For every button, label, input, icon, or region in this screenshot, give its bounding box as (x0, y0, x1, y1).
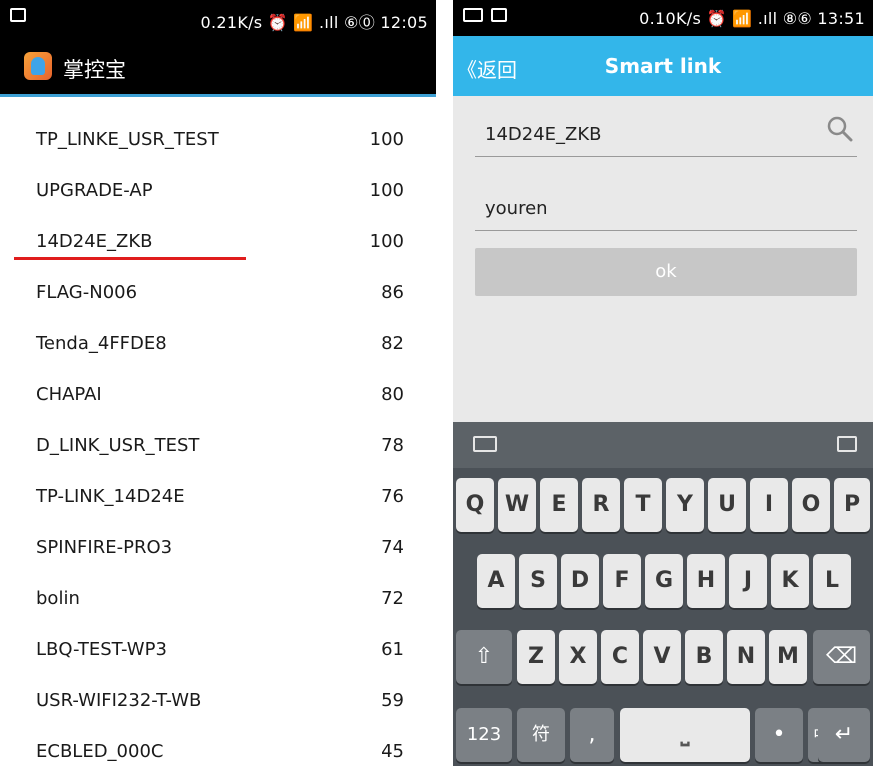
smart-link-screen: 0.10K/s ⏰ 📶 .ıll ⑧⑥ 13:51 《返回 Smart link… (453, 0, 873, 766)
status-bar: 0.21K/s ⏰ 📶 .ıll ⑥⓪ 12:05 (0, 0, 436, 36)
title-bar: 《返回 Smart link (453, 36, 873, 96)
wifi-ssid: D_LINK_USR_TEST (36, 435, 200, 456)
wifi-ssid: TP_LINKE_USR_TEST (36, 129, 219, 150)
period-key[interactable]: • (755, 708, 803, 762)
key-l[interactable]: L (813, 554, 851, 608)
key-d[interactable]: D (561, 554, 599, 608)
wifi-item[interactable]: ECBLED_000C 45 (0, 729, 436, 766)
soft-keyboard: Q W E R T Y U I O P A S D F G H J K L ⇧ … (453, 422, 873, 766)
wifi-ssid: ECBLED_000C (36, 741, 164, 762)
wifi-signal: 100 (369, 180, 404, 201)
wifi-signal: 45 (381, 741, 404, 762)
wifi-item[interactable]: SPINFIRE-PRO3 74 (0, 525, 436, 576)
wifi-item[interactable]: LBQ-TEST-WP3 61 (0, 627, 436, 678)
key-o[interactable]: O (792, 478, 830, 532)
status-bar: 0.10K/s ⏰ 📶 .ıll ⑧⑥ 13:51 (453, 0, 873, 36)
wifi-ssid: 14D24E_ZKB (36, 231, 153, 252)
wifi-item[interactable]: TP_LINKE_USR_TEST 100 (0, 117, 436, 168)
key-e[interactable]: E (540, 478, 578, 532)
image-notification-icon (491, 8, 507, 22)
key-r[interactable]: R (582, 478, 620, 532)
comma-key[interactable]: , (570, 708, 614, 762)
wifi-signal: 74 (381, 537, 404, 558)
wifi-item[interactable]: FLAG-N006 86 (0, 270, 436, 321)
wifi-item[interactable]: USR-WIFI232-T-WB 59 (0, 678, 436, 729)
wifi-item[interactable]: CHAPAI 80 (0, 372, 436, 423)
wifi-ssid: SPINFIRE-PRO3 (36, 537, 173, 558)
ok-button[interactable]: ok (475, 248, 857, 296)
search-icon[interactable] (827, 116, 853, 142)
key-f[interactable]: F (603, 554, 641, 608)
app-bar-divider (0, 94, 436, 97)
wifi-signal: 100 (369, 129, 404, 150)
ssid-field[interactable] (475, 116, 857, 157)
delete-key[interactable]: ⌫ (813, 630, 870, 684)
key-i[interactable]: I (750, 478, 788, 532)
wifi-ssid: UPGRADE-AP (36, 180, 153, 201)
password-input[interactable] (485, 198, 785, 219)
space-key[interactable]: ⎵ (620, 708, 750, 762)
key-u[interactable]: U (708, 478, 746, 532)
status-text: 0.21K/s ⏰ 📶 .ıll ⑥⓪ 12:05 (200, 13, 428, 32)
wifi-ssid: LBQ-TEST-WP3 (36, 639, 167, 660)
wifi-ssid: USR-WIFI232-T-WB (36, 690, 202, 711)
key-c[interactable]: C (601, 630, 639, 684)
key-s[interactable]: S (519, 554, 557, 608)
key-j[interactable]: J (729, 554, 767, 608)
enter-key[interactable]: ↵ (818, 708, 870, 762)
wifi-signal: 82 (381, 333, 404, 354)
wifi-ssid: TP-LINK_14D24E (36, 486, 185, 507)
key-w[interactable]: W (498, 478, 536, 532)
wifi-signal: 76 (381, 486, 404, 507)
key-a[interactable]: A (477, 554, 515, 608)
key-b[interactable]: B (685, 630, 723, 684)
wifi-signal: 78 (381, 435, 404, 456)
numbers-key[interactable]: 123 (456, 708, 512, 762)
app-title: 掌控宝 (63, 58, 126, 82)
key-m[interactable]: M (769, 630, 807, 684)
wifi-item[interactable]: Tenda_4FFDE8 82 (0, 321, 436, 372)
ssid-input[interactable] (485, 124, 785, 145)
wifi-signal: 72 (381, 588, 404, 609)
keyboard-notification-icon (463, 8, 483, 22)
wifi-item[interactable]: D_LINK_USR_TEST 78 (0, 423, 436, 474)
key-z[interactable]: Z (517, 630, 555, 684)
app-logo-icon (24, 52, 52, 80)
wifi-item[interactable]: UPGRADE-AP 100 (0, 168, 436, 219)
wifi-signal: 59 (381, 690, 404, 711)
wifi-ssid: bolin (36, 588, 80, 609)
wifi-signal: 80 (381, 384, 404, 405)
wifi-item[interactable]: 14D24E_ZKB 100 (0, 219, 436, 270)
wifi-item[interactable]: bolin 72 (0, 576, 436, 627)
wifi-ssid: Tenda_4FFDE8 (36, 333, 167, 354)
symbols-key[interactable]: 符 (517, 708, 565, 762)
key-q[interactable]: Q (456, 478, 494, 532)
key-p[interactable]: P (834, 478, 870, 532)
image-notification-icon (10, 8, 26, 22)
keyboard-settings-icon[interactable] (473, 436, 497, 452)
wifi-ssid: CHAPAI (36, 384, 102, 405)
key-t[interactable]: T (624, 478, 662, 532)
wifi-signal: 61 (381, 639, 404, 660)
key-n[interactable]: N (727, 630, 765, 684)
key-v[interactable]: V (643, 630, 681, 684)
wifi-ssid: FLAG-N006 (36, 282, 138, 303)
hide-keyboard-icon[interactable] (837, 436, 857, 452)
key-h[interactable]: H (687, 554, 725, 608)
password-field[interactable] (475, 190, 857, 231)
wifi-signal: 86 (381, 282, 404, 303)
app-bar: 掌控宝 (0, 36, 436, 94)
key-k[interactable]: K (771, 554, 809, 608)
wifi-list-screen: 0.21K/s ⏰ 📶 .ıll ⑥⓪ 12:05 掌控宝 TP_LINKE_U… (0, 0, 436, 766)
status-text: 0.10K/s ⏰ 📶 .ıll ⑧⑥ 13:51 (639, 9, 865, 28)
shift-key[interactable]: ⇧ (456, 630, 512, 684)
selected-underline (14, 257, 246, 260)
wifi-item[interactable]: TP-LINK_14D24E 76 (0, 474, 436, 525)
key-x[interactable]: X (559, 630, 597, 684)
keyboard-toolbar (453, 422, 873, 468)
wifi-signal: 100 (369, 231, 404, 252)
key-g[interactable]: G (645, 554, 683, 608)
key-y[interactable]: Y (666, 478, 704, 532)
page-title: Smart link (604, 54, 722, 78)
